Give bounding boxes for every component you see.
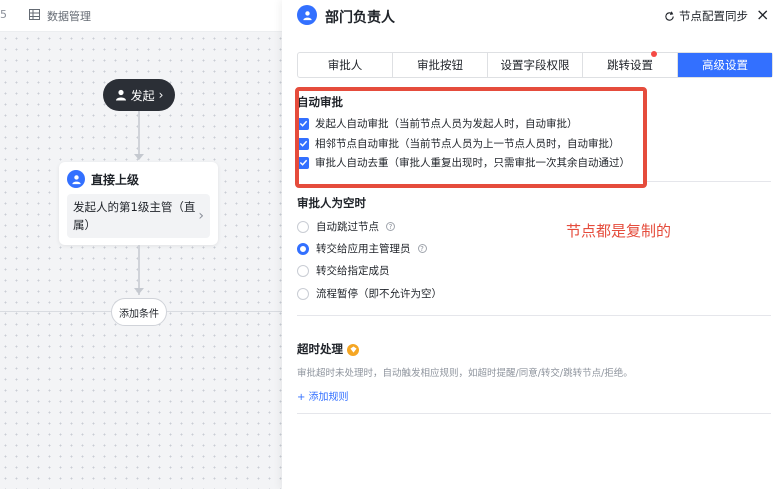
approver-node-desc: 发起人的第1级主管（直属） — [73, 200, 196, 232]
radio-unselected-icon[interactable] — [297, 220, 309, 233]
node-sync-button[interactable]: 节点配置同步 — [664, 8, 748, 24]
config-tabs: 审批人 审批按钮 设置字段权限 跳转设置 高级设置 — [297, 51, 773, 78]
panel-title[interactable]: 部门负责人 — [325, 7, 395, 27]
tab-field-permissions[interactable]: 设置字段权限 — [488, 53, 583, 77]
start-node[interactable]: 发起 › — [103, 79, 175, 111]
empty-approver-title: 审批人为空时 — [297, 196, 366, 210]
help-icon[interactable]: ? — [386, 222, 395, 231]
connector-line — [138, 111, 140, 155]
canvas-topbar: 5 数据管理 — [0, 0, 282, 32]
branch-line — [167, 311, 282, 312]
radio-unselected-icon[interactable] — [297, 287, 309, 300]
connector-arrow-icon — [134, 154, 144, 160]
approver-node-card[interactable]: 直接上级 发起人的第1级主管（直属） › — [59, 162, 218, 245]
empty-approver-option-label: 自动跳过节点 — [316, 221, 379, 233]
add-condition-button[interactable]: 添加条件 — [111, 298, 167, 326]
approver-node-head: 直接上级 — [67, 170, 139, 188]
timeout-title: 超时处理 — [297, 342, 343, 356]
tab-jump-settings-label: 跳转设置 — [607, 58, 653, 72]
empty-approver-option-label: 转交给应用主管理员 — [316, 243, 411, 255]
highlight-annotation-box — [295, 87, 647, 188]
empty-approver-option[interactable]: 转交给应用主管理员 ? — [297, 241, 427, 256]
timeout-description: 审批超时未处理时，自动触发相应规则，如超时提醒/同意/转交/跳转节点/拒绝。 — [297, 368, 633, 379]
tab-approver[interactable]: 审批人 — [298, 53, 393, 77]
radio-selected-icon[interactable] — [297, 242, 309, 255]
chevron-right-icon: › — [198, 208, 204, 224]
empty-approver-option[interactable]: 转交给指定成员 — [297, 263, 390, 278]
empty-approver-option-label: 流程暂停（即不允许为空） — [316, 288, 442, 300]
timeout-title-row: 超时处理 — [297, 341, 359, 357]
section-divider — [297, 315, 771, 316]
premium-badge-icon — [347, 343, 359, 356]
user-avatar-icon — [67, 170, 85, 188]
start-node-label: 发起 — [130, 88, 155, 103]
section-divider — [647, 181, 771, 182]
empty-approver-option-label: 转交给指定成员 — [316, 265, 390, 277]
node-sync-label: 节点配置同步 — [679, 9, 748, 23]
tab-jump-settings[interactable]: 跳转设置 — [583, 51, 678, 77]
approver-node-title: 直接上级 — [91, 172, 140, 187]
help-icon[interactable]: ? — [417, 244, 427, 253]
data-management-link[interactable]: 数据管理 — [47, 8, 91, 24]
branch-line — [0, 311, 111, 312]
sync-icon — [665, 10, 674, 21]
empty-approver-option[interactable]: 自动跳过节点 ? — [297, 219, 395, 234]
chevron-right-icon: › — [158, 88, 164, 102]
table-icon — [29, 9, 40, 20]
radio-unselected-icon[interactable] — [297, 264, 309, 277]
connector-arrow-icon — [134, 288, 144, 294]
notification-dot-icon — [651, 51, 657, 57]
panel-header: 部门负责人 节点配置同步 × — [282, 0, 776, 34]
empty-approver-option[interactable]: 流程暂停（即不允许为空） — [297, 286, 442, 301]
user-avatar-icon — [297, 5, 317, 25]
topbar-edge-text: 5 — [0, 8, 7, 21]
user-icon — [115, 89, 126, 101]
annotation-text: 节点都是复制的 — [566, 222, 672, 240]
approver-node-desc-box[interactable]: 发起人的第1级主管（直属） › — [67, 194, 210, 238]
add-rule-link[interactable]: + 添加规则 — [297, 388, 349, 403]
close-icon[interactable]: × — [756, 5, 769, 24]
section-divider — [297, 413, 771, 414]
tab-advanced-settings[interactable]: 高级设置 — [678, 53, 772, 77]
tab-approve-buttons[interactable]: 审批按钮 — [393, 53, 488, 77]
